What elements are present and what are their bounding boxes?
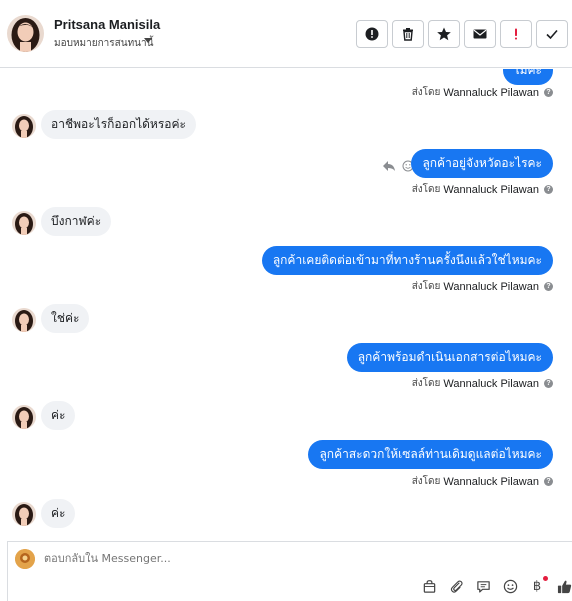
message-thread[interactable]: ไม่คะ ส่งโดย Wannaluck Pilawan ? อาชีพอะ… (0, 69, 572, 541)
sent-by-prefix: ส่งโดย (411, 87, 441, 98)
outgoing-message[interactable]: ลูกค้าพร้อมดำเนินเอกสารต่อไหมคะ (346, 343, 553, 372)
sent-by-agent: Wannaluck Pilawan (443, 280, 539, 293)
sent-by-line: ส่งโดย Wannaluck Pilawan ? (412, 85, 553, 100)
incoming-message[interactable]: ค่ะ (41, 499, 76, 528)
sent-by-line: ส่งโดย Wannaluck Pilawan ? (412, 182, 553, 197)
conversation-header: Pritsana Manisila มอบหมายการสนทนานี้ (0, 0, 572, 68)
chat-bubble-icon (476, 580, 490, 593)
help-icon[interactable]: ? (544, 88, 553, 97)
sent-by-agent: Wannaluck Pilawan (443, 183, 539, 196)
trash-icon (403, 28, 413, 41)
incoming-message[interactable]: ใช่ค่ะ (41, 304, 90, 333)
star-button[interactable] (428, 20, 460, 48)
composer-toolbar: ฿ (421, 576, 572, 594)
contact-avatar-small[interactable] (12, 211, 36, 235)
reply-composer: ฿ (7, 541, 572, 601)
header-actions (356, 20, 568, 48)
outgoing-message[interactable]: ลูกค้าอยู่จังหวัดอะไรคะ (411, 149, 553, 178)
report-icon (365, 27, 379, 41)
saved-replies-button[interactable] (475, 578, 491, 594)
outgoing-message[interactable]: ลูกค้าสะดวกให้เซลล์ท่านเดิมดูแลต่อไหมคะ (308, 440, 553, 469)
sent-by-prefix: ส่งโดย (411, 378, 441, 389)
sent-by-prefix: ส่งโดย (411, 476, 441, 487)
incoming-message[interactable]: บึงกาฬค่ะ (41, 207, 112, 236)
reply-icon[interactable] (382, 160, 396, 172)
sent-by-agent: Wannaluck Pilawan (443, 475, 539, 488)
payment-button[interactable]: ฿ (529, 576, 548, 594)
emoji-button[interactable] (502, 578, 518, 594)
contact-avatar-small[interactable] (12, 308, 36, 332)
sent-by-line: ส่งโดย Wannaluck Pilawan ? (412, 376, 553, 391)
help-icon[interactable]: ? (544, 282, 553, 291)
thumbs-up-icon (557, 580, 571, 593)
star-icon (437, 27, 451, 41)
message-hover-actions (382, 160, 414, 172)
help-icon[interactable]: ? (544, 185, 553, 194)
shopping-bag-icon (423, 579, 435, 593)
report-button[interactable] (356, 20, 388, 48)
sent-by-prefix: ส่งโดย (411, 184, 441, 195)
outgoing-message[interactable]: ลูกค้าเคยติดต่อเข้ามาที่ทางร้านครั้งนึงแ… (261, 246, 553, 275)
mark-done-button[interactable] (536, 20, 568, 48)
outgoing-message[interactable]: ไม่คะ (502, 69, 553, 85)
contact-name[interactable]: Pritsana Manisila (54, 17, 160, 32)
caret-down-icon[interactable] (144, 38, 152, 43)
check-icon (546, 29, 558, 40)
sent-by-agent: Wannaluck Pilawan (443, 86, 539, 99)
like-button[interactable] (556, 578, 572, 594)
exclamation-icon (515, 28, 517, 40)
delete-button[interactable] (392, 20, 424, 48)
sent-by-line: ส่งโดย Wannaluck Pilawan ? (412, 474, 553, 489)
envelope-icon (473, 29, 487, 39)
spam-button[interactable] (500, 20, 532, 48)
page-avatar (15, 549, 35, 569)
shop-button[interactable] (421, 578, 437, 594)
sent-by-prefix: ส่งโดย (411, 281, 441, 292)
attach-button[interactable] (448, 578, 464, 594)
contact-avatar[interactable] (7, 15, 44, 52)
assign-conversation-label[interactable]: มอบหมายการสนทนานี้ (54, 36, 153, 51)
help-icon[interactable]: ? (544, 379, 553, 388)
reply-input[interactable] (44, 552, 424, 565)
help-icon[interactable]: ? (544, 477, 553, 486)
paperclip-icon (450, 579, 463, 593)
sent-by-line: ส่งโดย Wannaluck Pilawan ? (412, 279, 553, 294)
smiley-icon (503, 579, 517, 593)
incoming-message[interactable]: ค่ะ (41, 401, 76, 430)
notification-dot (543, 576, 548, 581)
contact-avatar-small[interactable] (12, 502, 36, 526)
sent-by-agent: Wannaluck Pilawan (443, 377, 539, 390)
incoming-message[interactable]: อาชีพอะไรก็ออกได้หรอค่ะ (41, 110, 196, 139)
baht-icon: ฿ (532, 578, 542, 594)
mark-unread-button[interactable] (464, 20, 496, 48)
contact-avatar-small[interactable] (12, 405, 36, 429)
contact-avatar-small[interactable] (12, 114, 36, 138)
